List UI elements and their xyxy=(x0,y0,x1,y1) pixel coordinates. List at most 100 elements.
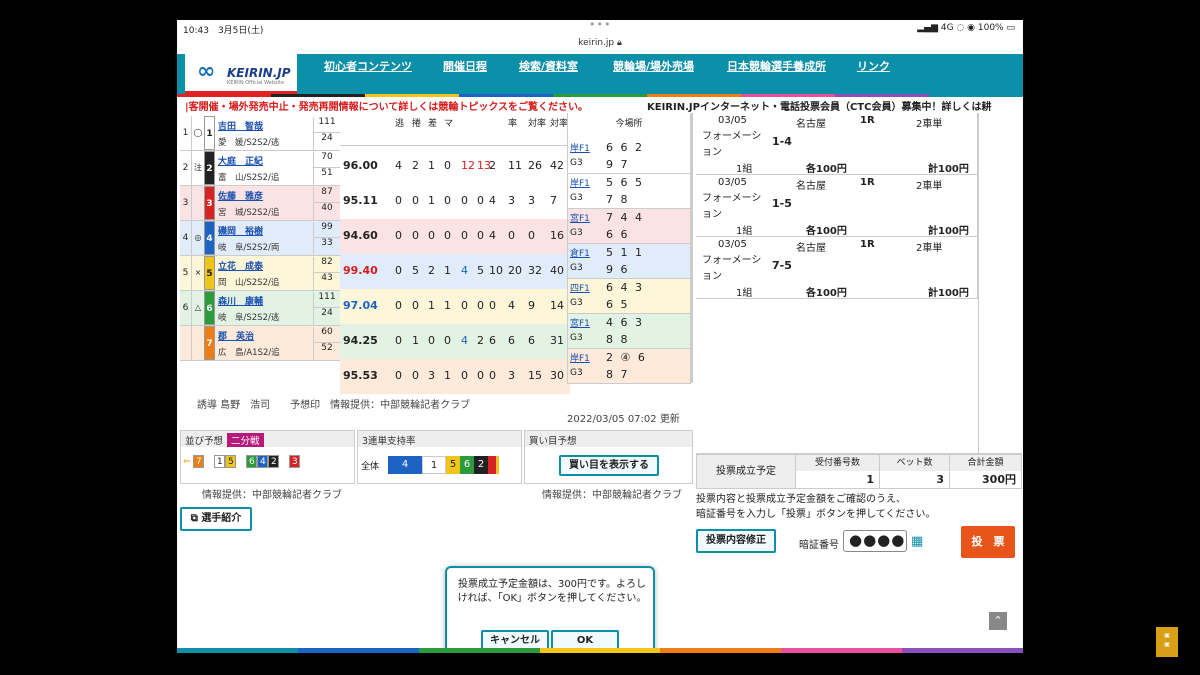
stat-value: 0 xyxy=(461,299,468,312)
stat-value: 6 xyxy=(489,334,496,347)
nav-school[interactable]: 日本競輪選手養成所 xyxy=(727,58,826,74)
ticker-alert[interactable]: |客開催・場外発売中止・発売再開情報について詳しくは競輪トピックスをご覧ください… xyxy=(185,98,588,113)
stats-table: 逃捲差マ率対率 対率 96.00 4 2 1 0 12 13 2 11 26 42 95.11 0 0 1 0 0… xyxy=(340,113,570,394)
bracket-number xyxy=(180,326,192,360)
summary-total: 300円 xyxy=(982,473,1016,486)
url-bar[interactable]: keirin.jp 🔒︎ xyxy=(177,38,1023,52)
confirm-notice: 投票内容と投票成立予定金額をご確認のうえ、 暗証番号を入力し「投票」ボタンを押して… xyxy=(696,494,936,520)
prediction-mark xyxy=(192,326,204,360)
line-car-number: 3 xyxy=(289,455,301,468)
stat-value: 0 xyxy=(428,334,435,347)
rider-name-link[interactable]: 立花 成泰 xyxy=(218,259,263,272)
nav-venues[interactable]: 競輪場/場外売場 xyxy=(613,58,694,74)
scroll-top-icon[interactable]: ⌃ xyxy=(989,612,1007,630)
stat-value: 6 xyxy=(528,334,535,347)
prediction-mark: △ xyxy=(194,303,202,312)
bracket-number: 5 xyxy=(180,256,192,290)
venue-link[interactable]: 岸F1 xyxy=(570,141,590,154)
site-logo[interactable]: ∞ KEIRIN.JP KEIRIN Official Website xyxy=(185,54,297,94)
support-rate-panel: 3連単支持率 全体 41562 xyxy=(357,430,522,484)
stat-value: 1 xyxy=(428,299,435,312)
stat-value: 1 xyxy=(428,194,435,207)
stat-value: 3 xyxy=(508,369,515,382)
rider-name-link[interactable]: 郡 英治 xyxy=(218,329,254,342)
rider-name-link[interactable]: 森川 康輔 xyxy=(218,294,263,307)
stats-row: 96.00 4 2 1 0 12 13 2 11 26 42 xyxy=(340,149,570,184)
stat-value: 0 xyxy=(489,369,496,382)
stat-value: 0 xyxy=(528,229,535,242)
grade-results: 9 6 xyxy=(606,263,630,276)
ticker-promo[interactable]: KEIRIN.JPインターネット・電話投票会員（CTC会員）募集中！詳しくは耕 xyxy=(645,98,992,113)
rider-profile: 富 山/S2S2/追 xyxy=(218,173,280,183)
nav-beginner[interactable]: 初心者コンテンツ xyxy=(324,58,412,74)
venue-link[interactable]: 宮F1 xyxy=(570,211,590,224)
stat-value: 0 xyxy=(395,334,402,347)
pin-input[interactable]: ●●●● xyxy=(843,530,907,552)
stat-value: 32 xyxy=(528,264,542,277)
rider-name-link[interactable]: 大庭 正紀 xyxy=(218,154,263,167)
source-credit-right: 情報提供：中部競輪記者クラブ xyxy=(542,490,682,501)
vote-button[interactable]: 投 票 xyxy=(961,526,1015,558)
car-number: 1 xyxy=(204,116,215,150)
line-order: ⇐ 7156423 xyxy=(181,447,354,476)
nav-schedule[interactable]: 開催日程 xyxy=(443,58,487,74)
keypad-icon[interactable]: ▦ xyxy=(911,534,923,549)
stat-value: 2 xyxy=(477,334,484,347)
rider-row: 4 ◎ 4 磯岡 裕樹 岐 阜/S2S2/両 99 33 xyxy=(180,221,340,256)
rider-stat-top: 111 xyxy=(313,117,340,133)
summary-count: 1 xyxy=(866,473,874,486)
rider-table: 1 ◯ 1 吉田 智哉 愛 媛/S2S2/逃 111 24 2 注 2 大庭 正紀… xyxy=(180,116,340,361)
status-bar: 10:43 3月5日(土) ••• ▂▄▆ 4G ◌ ◉ 100% ▭ xyxy=(177,20,1023,38)
venue-results: 5 6 5 xyxy=(606,176,644,189)
pin-label: 暗証番号 xyxy=(799,540,839,551)
nav-links[interactable]: リンク xyxy=(857,58,890,74)
grade-results: 6 6 xyxy=(606,228,630,241)
venue-link[interactable]: 倉F1 xyxy=(570,246,590,259)
stat-value: 0 xyxy=(477,369,484,382)
grade-label: G3 xyxy=(570,158,583,168)
news-ticker[interactable]: |客開催・場外発売中止・発売再開情報について詳しくは競輪トピックスをご覧ください… xyxy=(177,98,1023,113)
bet-combo: 7-5 xyxy=(772,259,792,272)
venue-results: 2 ④ 6 xyxy=(606,351,647,364)
race-score: 95.53 xyxy=(343,369,378,382)
updated-time: 2022/03/05 07:02 更新 xyxy=(567,414,680,425)
nav-search[interactable]: 検索/資料室 xyxy=(519,58,578,74)
stat-value: 0 xyxy=(461,194,468,207)
stat-value: 42 xyxy=(550,159,564,172)
venue-link[interactable]: 四F1 xyxy=(570,281,590,294)
venue-link[interactable]: 岸F1 xyxy=(570,176,590,189)
stat-value: 3 xyxy=(428,369,435,382)
venue-link[interactable]: 岸F1 xyxy=(570,351,590,364)
grade-results: 8 7 xyxy=(606,368,630,381)
stat-value: 1 xyxy=(444,299,451,312)
venue-results: 6 4 3 xyxy=(606,281,644,294)
bet-summary: 投票成立予定 受付番号数 1 ベット数 3 合計金額 300円 xyxy=(696,453,1022,489)
prediction-mark: × xyxy=(194,268,202,277)
table-divider xyxy=(691,113,693,383)
stat-value: 2 xyxy=(412,159,419,172)
stat-value: 20 xyxy=(508,264,522,277)
car-number: 2 xyxy=(204,151,215,185)
venue-link[interactable]: 宮F1 xyxy=(570,316,590,329)
rider-name-link[interactable]: 吉田 智哉 xyxy=(218,119,263,132)
rider-intro-button[interactable]: ⧉ 選手紹介 xyxy=(180,507,252,531)
venue-results: 5 1 1 xyxy=(606,246,644,259)
multitask-dots-icon[interactable]: ••• xyxy=(589,20,611,31)
stat-value: 0 xyxy=(461,369,468,382)
bet-item: 03/05 名古屋 1R 2車単 フォーメーション 1-4 1組 各100円 計… xyxy=(696,113,978,175)
stat-value: 10 xyxy=(489,264,503,277)
grade-label: G3 xyxy=(570,193,583,203)
rider-name-link[interactable]: 佐藤 雅彦 xyxy=(218,189,263,202)
show-picks-button[interactable]: 買い目を表示する xyxy=(559,455,659,476)
stat-value: 0 xyxy=(395,264,402,277)
rider-name-link[interactable]: 磯岡 裕樹 xyxy=(218,224,263,237)
stat-value: 1 xyxy=(428,159,435,172)
stat-value: 0 xyxy=(444,229,451,242)
summary-label: 投票成立予定 xyxy=(696,454,796,489)
car-number: 6 xyxy=(204,291,215,325)
edit-bet-button[interactable]: 投票内容修正 xyxy=(696,529,776,553)
venue-row: 岸F1 6 6 2 G3 9 7 xyxy=(567,139,691,174)
rider-profile: 岡 山/S2S2/追 xyxy=(218,278,280,288)
stat-value: 0 xyxy=(477,299,484,312)
prediction-mark: ◯ xyxy=(193,128,203,137)
